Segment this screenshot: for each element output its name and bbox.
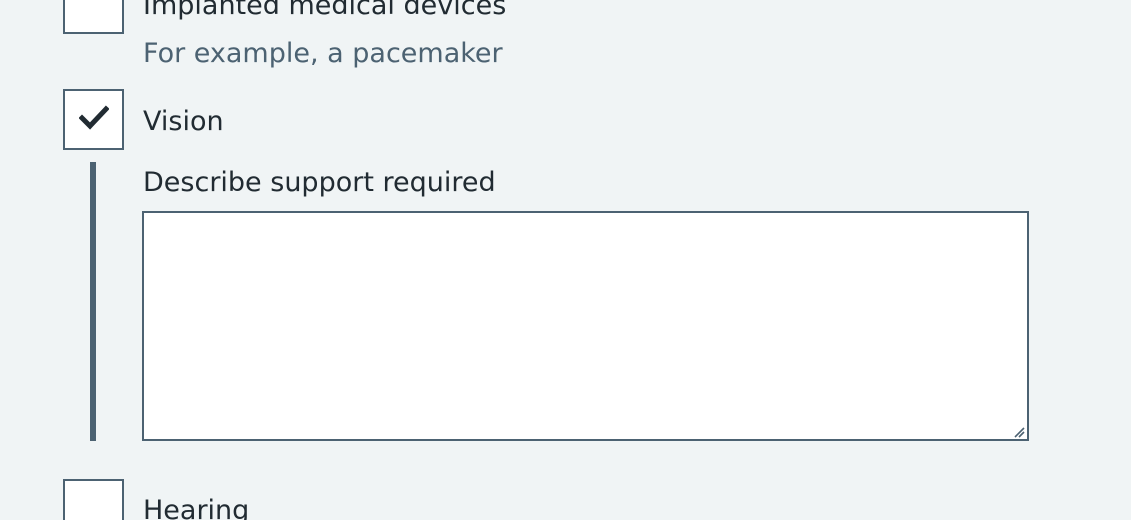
checkbox-label-implanted-medical-devices[interactable]: Implanted medical devices — [143, 0, 506, 22]
conditional-reveal-bar — [90, 162, 96, 441]
resize-grip-icon[interactable] — [1011, 424, 1025, 438]
support-required-label: Describe support required — [143, 167, 496, 198]
checkbox-label-vision[interactable]: Vision — [143, 106, 224, 138]
checkbox-hint-implanted-medical-devices: For example, a pacemaker — [143, 38, 503, 69]
support-required-textarea[interactable] — [142, 211, 1029, 441]
checkbox-label-hearing[interactable]: Hearing — [143, 495, 249, 520]
checkbox-implanted-medical-devices[interactable] — [63, 0, 124, 34]
checkbox-group: Implanted medical devices For example, a… — [0, 0, 1131, 520]
checkmark-icon — [79, 105, 109, 130]
checkbox-vision[interactable] — [63, 89, 124, 150]
checkbox-hearing[interactable] — [63, 479, 124, 520]
